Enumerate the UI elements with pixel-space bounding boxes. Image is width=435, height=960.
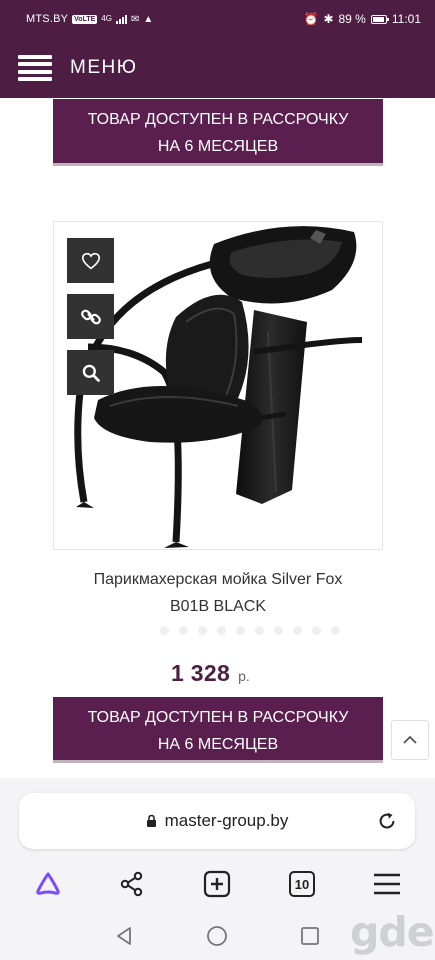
network-label: 4G — [101, 14, 112, 23]
installment-banner-bottom[interactable]: ТОВАР ДОСТУПЕН В РАССРОЧКУ НА 6 МЕСЯЦЕВ — [53, 697, 383, 763]
price-value: 1 328 — [171, 660, 231, 686]
url-text: master-group.by — [164, 811, 289, 830]
tabs-count-icon: 10 — [289, 871, 315, 897]
copy-link-button[interactable] — [67, 294, 114, 339]
notification-icon: ▲ — [143, 13, 154, 25]
status-left: MTS.BY VoLTE 4G ✉ ▲ — [26, 13, 153, 25]
reload-icon[interactable] — [376, 810, 398, 832]
new-tab-button[interactable] — [195, 856, 239, 912]
link-icon — [80, 309, 101, 324]
hamburger-menu-icon[interactable] — [18, 55, 52, 81]
heart-icon — [81, 252, 100, 269]
status-bar: MTS.BY VoLTE 4G ✉ ▲ ⏰ ✱ 89 % 11:01 — [0, 0, 435, 38]
product-image-box[interactable] — [53, 221, 383, 550]
search-icon — [82, 364, 100, 382]
bluetooth-icon: ✱ — [323, 12, 334, 26]
lock-icon — [146, 814, 156, 827]
product-title-line1: Парикмахерская мойка Silver Fox — [93, 571, 343, 588]
carrier-label: MTS.BY — [26, 13, 69, 25]
add-to-favorites-button[interactable] — [67, 238, 114, 283]
recents-square-icon — [301, 927, 319, 945]
recents-button[interactable] — [290, 912, 330, 960]
tabs-count: 10 — [294, 876, 310, 892]
browser-address-bar: master-group.by — [0, 778, 435, 868]
price-currency: р. — [238, 668, 250, 684]
back-triangle-icon — [117, 927, 131, 945]
home-circle-icon — [207, 926, 227, 946]
rating-placeholder — [160, 626, 340, 635]
mail-icon: ✉ — [130, 13, 140, 25]
tabs-button[interactable]: 10 — [280, 856, 324, 912]
banner-line2: НА 6 МЕСЯЦЕВ — [157, 138, 279, 155]
share-icon — [120, 871, 143, 897]
chevron-up-icon — [403, 735, 417, 744]
signal-icon — [115, 14, 127, 24]
banner-line2: НА 6 МЕСЯЦЕВ — [157, 736, 279, 753]
volte-badge: VoLTE — [72, 14, 98, 24]
site-header: МЕНЮ — [0, 38, 435, 98]
plus-square-icon — [203, 870, 231, 898]
zoom-image-button[interactable] — [67, 350, 114, 395]
banner-line1: ТОВАР ДОСТУПЕН В РАССРОЧКУ — [87, 709, 349, 726]
alarm-icon: ⏰ — [303, 12, 319, 26]
back-button[interactable] — [104, 912, 144, 960]
product-title-link[interactable]: Парикмахерская мойка Silver Fox B01B BLA… — [53, 566, 383, 620]
url-field[interactable]: master-group.by — [19, 793, 415, 849]
share-button[interactable] — [110, 856, 154, 912]
battery-icon — [370, 14, 389, 24]
menu-label[interactable]: МЕНЮ — [70, 57, 137, 79]
browser-toolbar: 10 — [0, 856, 435, 912]
menu-icon — [374, 873, 400, 895]
browser-menu-button[interactable] — [365, 856, 409, 912]
watermark-logo: gde — [350, 908, 435, 956]
product-title-line2: B01B BLACK — [169, 598, 267, 615]
alice-icon — [36, 872, 60, 895]
scroll-to-top-button[interactable] — [391, 720, 429, 760]
home-button[interactable] — [197, 912, 237, 960]
installment-banner-top[interactable]: ТОВАР ДОСТУПЕН В РАССРОЧКУ НА 6 МЕСЯЦЕВ — [53, 99, 383, 166]
battery-percent: 89 % — [338, 12, 366, 26]
clock: 11:01 — [391, 12, 421, 26]
product-price: 1 328 р. — [171, 660, 250, 687]
alice-button[interactable] — [26, 856, 70, 912]
banner-line1: ТОВАР ДОСТУПЕН В РАССРОЧКУ — [87, 111, 349, 128]
status-right: ⏰ ✱ 89 % 11:01 — [303, 12, 421, 26]
